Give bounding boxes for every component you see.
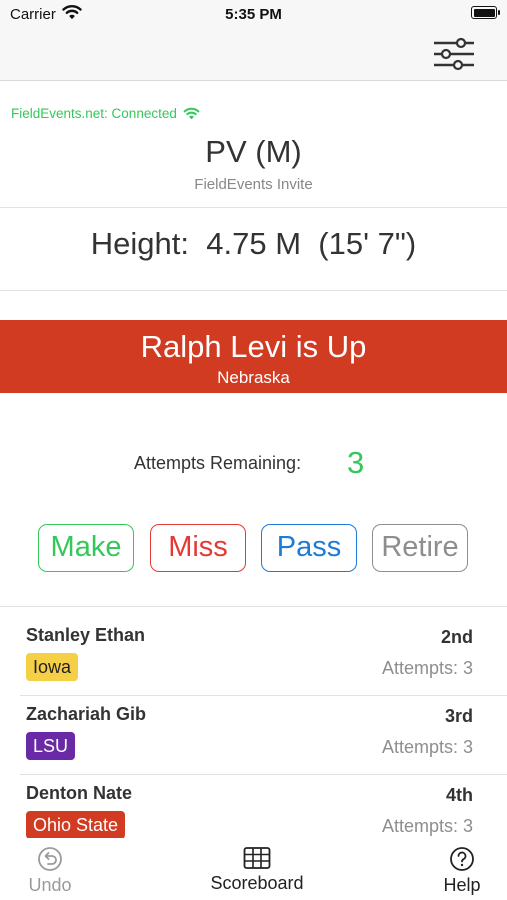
scoreboard-label: Scoreboard xyxy=(210,873,304,893)
meet-subtitle: FieldEvents Invite xyxy=(194,176,313,193)
divider xyxy=(0,207,507,208)
pass-button[interactable]: Pass xyxy=(261,524,357,572)
connection-status: FieldEvents.net: Connected xyxy=(11,106,200,121)
scoreboard-tab[interactable]: Scoreboard xyxy=(198,838,316,900)
navigation-bar xyxy=(0,30,507,81)
attempts-remaining-label: Attempts Remaining: xyxy=(134,453,302,473)
athlete-place: 2nd xyxy=(440,627,473,647)
height-metric: 4.75 M xyxy=(206,226,302,261)
undo-icon xyxy=(38,847,62,871)
miss-button[interactable]: Miss xyxy=(150,524,246,572)
team-badge: Iowa xyxy=(26,653,79,681)
make-button[interactable]: Make xyxy=(38,524,134,572)
undo-tab[interactable]: Undo xyxy=(20,838,80,900)
height-label: Height: xyxy=(90,226,190,261)
help-tab[interactable]: Help xyxy=(432,838,492,900)
event-title: PV (M) xyxy=(205,134,302,169)
tab-bar: Undo Scoreboard Help xyxy=(0,838,507,900)
athlete-attempts: Attempts: 3 xyxy=(381,816,473,836)
help-label: Help xyxy=(443,875,481,895)
clock: 5:35 PM xyxy=(225,6,282,23)
athlete-name: Stanley Ethan xyxy=(26,625,146,645)
retire-button[interactable]: Retire xyxy=(372,524,468,572)
list-item[interactable]: Denton Nate 4th Ohio State Attempts: 3 xyxy=(0,765,507,843)
athlete-name: Denton Nate xyxy=(26,783,133,803)
team-badge: LSU xyxy=(26,732,76,760)
table-grid-icon xyxy=(243,847,271,869)
sliders-icon[interactable] xyxy=(432,34,476,74)
attempts-remaining-value: 3 xyxy=(347,445,365,480)
connection-status-label: FieldEvents.net: Connected xyxy=(11,106,177,121)
height-imperial: (15' 7") xyxy=(318,226,417,261)
status-bar: Carrier 5:35 PM xyxy=(0,0,507,30)
athlete-attempts: Attempts: 3 xyxy=(381,658,473,678)
athlete-place: 4th xyxy=(446,785,473,805)
team-badge: Ohio State xyxy=(26,811,126,839)
athlete-attempts: Attempts: 3 xyxy=(381,737,473,757)
bar-height: Height: 4.75 M (15' 7") xyxy=(0,226,507,262)
athlete-name: Zachariah Gib xyxy=(26,704,147,724)
undo-label: Undo xyxy=(28,875,72,895)
current-athlete-name: Ralph Levi is Up xyxy=(140,329,367,364)
list-item[interactable]: Zachariah Gib 3rd LSU Attempts: 3 xyxy=(0,686,507,764)
divider xyxy=(0,290,507,291)
athlete-place: 3rd xyxy=(444,706,473,726)
wifi-connected-icon xyxy=(183,107,200,120)
question-circle-icon xyxy=(450,847,474,871)
current-athlete-banner: Ralph Levi is Up Nebraska xyxy=(0,320,507,393)
current-athlete-team: Nebraska xyxy=(217,368,290,387)
battery-icon xyxy=(471,6,500,19)
list-item[interactable]: Stanley Ethan 2nd Iowa Attempts: 3 xyxy=(0,607,507,685)
